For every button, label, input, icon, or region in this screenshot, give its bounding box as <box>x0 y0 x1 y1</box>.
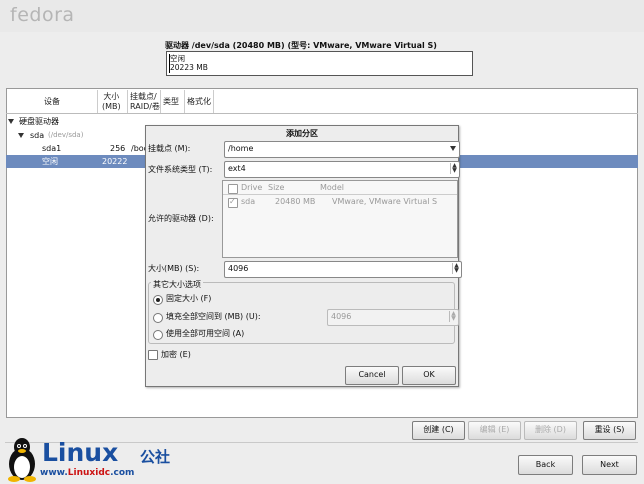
drive-checkbox[interactable]: ✓ <box>228 197 238 208</box>
col-sep <box>184 90 185 113</box>
allowed-drives-label: 允许的驱动器 (D): <box>148 214 214 223</box>
next-button[interactable]: Next <box>582 455 637 475</box>
fs-type-label: 文件系统类型 (T): <box>148 165 213 174</box>
header-device[interactable]: 设备 <box>44 97 60 107</box>
drive-map-segment-size: 20223 MB <box>170 63 208 72</box>
ok-button[interactable]: OK <box>402 366 456 385</box>
size-value: 4096 <box>228 264 249 273</box>
size-options-title: 其它大小选项 <box>151 280 203 290</box>
mount-point-combo[interactable]: /home <box>224 141 460 158</box>
watermark-url: www.Linuxidc.com <box>40 468 134 478</box>
edit-button[interactable]: 编辑 (E) <box>468 421 521 440</box>
row-label: sda1 <box>42 144 62 153</box>
row-label: 空闲 <box>42 157 58 166</box>
back-button[interactable]: Back <box>518 455 573 475</box>
spin-arrows-icon[interactable]: ▲ ▼ <box>452 263 460 274</box>
updown-arrows-icon[interactable]: ▲ ▼ <box>450 163 458 174</box>
encrypt-label[interactable]: 加密 (E) <box>161 350 191 360</box>
fs-type-select[interactable]: ext4 ▲ ▼ <box>224 161 460 178</box>
row-path: (/dev/sda) <box>48 131 84 139</box>
create-button[interactable]: 创建 (C) <box>412 421 465 440</box>
list-divider <box>223 194 457 195</box>
size-col-header[interactable]: Size <box>268 183 284 192</box>
tux-penguin-icon <box>8 438 36 482</box>
watermark-cn: 公社 <box>140 448 171 466</box>
select-all-checkbox[interactable] <box>228 184 238 194</box>
dialog-title: 添加分区 <box>286 129 318 138</box>
header-size[interactable]: 大小 (MB) <box>102 92 121 112</box>
mount-point-label: 挂载点 (M): <box>148 144 191 153</box>
watermark-url-prefix: www. <box>40 468 68 478</box>
delete-button[interactable]: 删除 (D) <box>524 421 577 440</box>
fs-type-value: ext4 <box>228 164 246 173</box>
row-size: 256 <box>110 144 126 153</box>
row-label: 硬盘驱动器 <box>19 117 59 126</box>
col-sep <box>127 90 128 113</box>
drive-title: 驱动器 /dev/sda (20480 MB) (型号: VMware, VMw… <box>165 41 437 50</box>
fill-to-label[interactable]: 填充全部空间到 (MB) (U): <box>166 312 261 322</box>
fill-all-radio[interactable] <box>153 330 163 340</box>
drive-model: VMware, VMware Virtual S <box>332 197 438 206</box>
drive-col-header[interactable]: Drive <box>241 183 262 192</box>
col-sep <box>160 90 161 113</box>
drive-map-segment[interactable]: 空闲 20223 MB <box>170 54 208 72</box>
fill-to-spinbox[interactable]: 4096 ▲ ▼ <box>327 309 459 326</box>
row-label: sda <box>30 131 45 140</box>
watermark-brand: Linux <box>42 438 119 467</box>
col-sep <box>213 90 214 113</box>
watermark-url-suffix: .com <box>110 468 135 478</box>
fixed-size-label[interactable]: 固定大小 (F) <box>166 294 211 304</box>
header-divider <box>6 113 638 114</box>
fedora-logo: fedora <box>10 4 75 26</box>
size-label: 大小(MB) (S): <box>148 264 200 273</box>
row-size: 20222 <box>102 157 128 166</box>
mount-point-value: /home <box>228 144 254 153</box>
chevron-down-icon[interactable] <box>450 146 456 151</box>
col-sep <box>97 90 98 113</box>
drive-map-segment-label: 空闲 <box>170 54 185 63</box>
encrypt-checkbox[interactable] <box>148 350 158 360</box>
fill-to-value: 4096 <box>331 312 352 321</box>
drive-size: 20480 MB <box>275 197 316 206</box>
size-spinbox[interactable]: 4096 ▲ ▼ <box>224 261 462 278</box>
header-format[interactable]: 格式化 <box>187 97 211 107</box>
fixed-size-radio[interactable] <box>153 295 163 305</box>
cancel-button[interactable]: Cancel <box>345 366 399 385</box>
top-banner: fedora <box>0 0 644 32</box>
check-icon: ✓ <box>229 197 236 206</box>
fill-to-radio[interactable] <box>153 313 163 323</box>
drive-name: sda <box>241 197 256 206</box>
drive-map: 空闲 20223 MB <box>166 51 473 76</box>
model-col-header[interactable]: Model <box>320 183 344 192</box>
fill-all-label[interactable]: 使用全部可用空间 (A) <box>166 329 244 339</box>
expander-icon[interactable] <box>18 129 24 142</box>
header-type[interactable]: 类型 <box>163 97 179 107</box>
header-mount[interactable]: 挂载点/ RAID/卷 <box>130 92 160 112</box>
reset-button[interactable]: 重设 (S) <box>583 421 636 440</box>
watermark-url-main: Linuxidc <box>67 468 111 478</box>
expander-icon[interactable] <box>8 115 14 128</box>
spin-arrows-icon[interactable]: ▲ ▼ <box>449 311 457 322</box>
